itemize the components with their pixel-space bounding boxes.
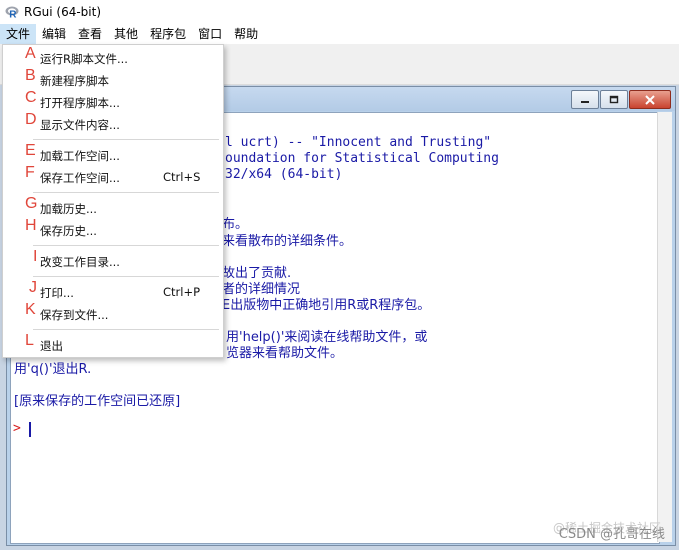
menu-item-label: 打印... xyxy=(40,286,74,300)
annotation-letter: B xyxy=(25,67,36,84)
annotation-letter: J xyxy=(29,279,37,296)
menu-item-label: 退出 xyxy=(40,339,63,353)
close-icon xyxy=(645,94,655,105)
menu-separator xyxy=(33,329,219,330)
menu-item-label: 保存历史... xyxy=(40,224,97,238)
minimize-button[interactable] xyxy=(571,90,599,109)
menu-windows[interactable]: 窗口 xyxy=(192,24,228,44)
annotation-letter: H xyxy=(25,217,37,234)
menu-item-shortcut: Ctrl+P xyxy=(163,285,201,299)
annotation-letter: D xyxy=(25,111,37,128)
annotation-letter: L xyxy=(25,332,34,349)
console-line: oundation for Statistical Computing xyxy=(225,151,499,166)
annotation-letter: G xyxy=(25,195,38,212)
title-bar: R RGui (64-bit) xyxy=(0,0,679,24)
menu-item-label: 运行R脚本文件... xyxy=(40,52,128,66)
menu-help[interactable]: 帮助 xyxy=(228,24,264,44)
menu-item-load-workspace[interactable]: E 加载工作空间... xyxy=(3,142,223,166)
r-logo-icon: R xyxy=(5,5,19,19)
menu-item-label: 加载工作空间... xyxy=(40,149,120,163)
console-line: E出版物中正确地引用R或R程序包。 xyxy=(222,298,431,313)
menu-file[interactable]: 文件 xyxy=(0,24,37,44)
menu-separator xyxy=(33,276,219,277)
menu-separator xyxy=(33,192,219,193)
menu-view[interactable]: 查看 xyxy=(72,24,108,44)
menu-edit[interactable]: 编辑 xyxy=(36,24,72,44)
menu-separator xyxy=(33,245,219,246)
restore-button[interactable] xyxy=(600,90,628,109)
annotation-letter: C xyxy=(25,89,37,106)
menu-bar: 文件 编辑 查看 其他 程序包 窗口 帮助 xyxy=(0,24,679,44)
menu-item-open-script[interactable]: C 打开程序脚本... xyxy=(3,89,223,113)
menu-item-new-script[interactable]: B 新建程序脚本 xyxy=(3,67,223,91)
console-line: [原来保存的工作空间已还原] xyxy=(14,394,181,409)
window-title: RGui (64-bit) xyxy=(24,5,102,19)
console-line: 32/x64 (64-bit) xyxy=(225,167,343,182)
restore-icon xyxy=(609,95,619,104)
menu-item-display-file[interactable]: D 显示文件内容... xyxy=(3,111,223,135)
text-cursor xyxy=(29,422,31,437)
console-line: 来看散布的详细条件。 xyxy=(222,234,353,249)
menu-item-save-workspace[interactable]: F 保存工作空间... Ctrl+S xyxy=(3,164,223,188)
menu-misc[interactable]: 其他 xyxy=(108,24,144,44)
menu-item-label: 改变工作目录... xyxy=(40,255,120,269)
annotation-letter: F xyxy=(25,164,35,181)
minimize-icon xyxy=(581,100,589,103)
console-line: l ucrt) -- "Innocent and Trusting" xyxy=(225,135,492,150)
console-scrollbar[interactable] xyxy=(657,112,672,542)
file-menu-dropdown: A 运行R脚本文件... B 新建程序脚本 C 打开程序脚本... D 显示文件… xyxy=(2,44,224,358)
annotation-letter: I xyxy=(33,248,38,265)
menu-separator xyxy=(33,139,219,140)
menu-item-change-dir[interactable]: I 改变工作目录... xyxy=(3,248,223,272)
menu-item-run-script[interactable]: A 运行R脚本文件... xyxy=(3,45,223,69)
annotation-letter: E xyxy=(25,142,36,159)
annotation-letter: A xyxy=(25,45,36,62)
menu-item-save-to-file[interactable]: K 保存到文件... xyxy=(3,301,223,325)
annotation-letter: K xyxy=(25,301,36,318)
menu-item-print[interactable]: J 打印... Ctrl+P xyxy=(3,279,223,303)
watermark: CSDN @孔哥在线 xyxy=(558,527,665,542)
svg-text:R: R xyxy=(9,10,17,20)
menu-item-exit[interactable]: L 退出 xyxy=(3,332,223,356)
close-button[interactable] xyxy=(629,90,671,109)
menu-item-label: 保存到文件... xyxy=(40,308,109,322)
console-line: 览器来看帮助文件。 xyxy=(226,346,344,361)
menu-item-label: 加载历史... xyxy=(40,202,97,216)
menu-item-save-history[interactable]: H 保存历史... xyxy=(3,217,223,241)
menu-item-load-history[interactable]: G 加载历史... xyxy=(3,195,223,219)
menu-item-shortcut: Ctrl+S xyxy=(163,170,201,184)
menu-item-label: 打开程序脚本... xyxy=(40,96,120,110)
console-line: 用'q()'退出R. xyxy=(14,362,92,377)
menu-packages[interactable]: 程序包 xyxy=(144,24,192,44)
menu-item-label: 新建程序脚本 xyxy=(40,74,109,88)
menu-item-label: 保存工作空间... xyxy=(40,171,120,185)
console-prompt: > xyxy=(13,421,21,436)
menu-item-label: 显示文件内容... xyxy=(40,118,120,132)
